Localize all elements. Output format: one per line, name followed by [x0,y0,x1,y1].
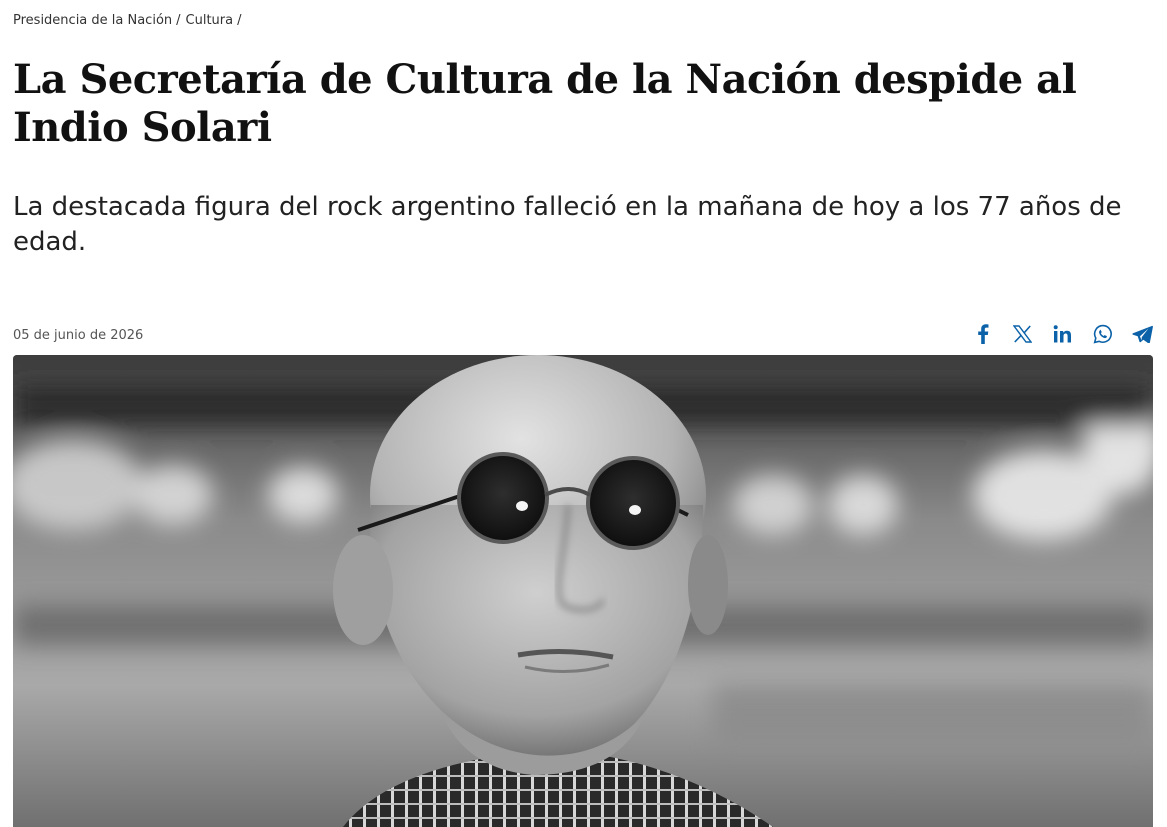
share-bar [972,323,1153,345]
telegram-share-button[interactable] [1132,323,1153,345]
breadcrumb-link-presidencia[interactable]: Presidencia de la Nación [13,13,172,28]
portrait-photo [13,355,1153,827]
linkedin-share-button[interactable] [1052,323,1073,345]
article-date: 05 de junio de 2026 [13,328,144,343]
whatsapp-share-button[interactable] [1092,323,1113,345]
x-share-button[interactable] [1012,323,1033,345]
facebook-icon [977,324,988,344]
breadcrumb-link-cultura[interactable]: Cultura [186,13,234,28]
hero-image [13,355,1153,827]
article-title: La Secretaría de Cultura de la Nación de… [13,56,1077,151]
telegram-icon [1132,325,1153,343]
x-icon [1013,325,1032,343]
facebook-share-button[interactable] [972,323,993,345]
breadcrumb: Presidencia de la Nación / Cultura / [13,13,247,28]
linkedin-icon [1053,325,1071,343]
breadcrumb-separator: / [176,13,181,28]
breadcrumb-separator: / [237,13,242,28]
whatsapp-icon [1093,324,1112,344]
article-subtitle: La destacada figura del rock argentino f… [13,192,1122,257]
